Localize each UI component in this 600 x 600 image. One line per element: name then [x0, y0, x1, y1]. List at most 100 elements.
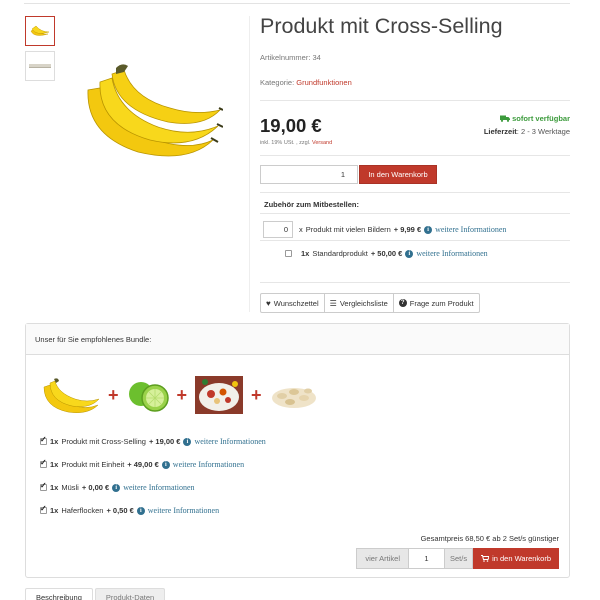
product-title: Produkt mit Cross-Selling [260, 14, 503, 38]
product-thumb-icon [29, 64, 51, 68]
bundle-item-qty: 1x [50, 437, 59, 446]
thumbnail-second[interactable] [25, 51, 55, 81]
compare-button[interactable]: ☰ Vergleichsliste [325, 294, 394, 312]
product-actions: ♥ Wunschzettel ☰ Vergleichsliste ? Frage… [260, 293, 480, 313]
accessory-quantity-input[interactable]: 0 [263, 221, 293, 238]
list-icon: ☰ [329, 298, 337, 308]
accessory-name: Produkt mit vielen Bildern [305, 225, 391, 234]
quantity-input[interactable]: 1 [260, 165, 358, 184]
delivery-time: Lieferzeit: 2 - 3 Werktage [484, 127, 570, 136]
bundle-checkbox[interactable] [40, 458, 47, 468]
bundle-item-qty: 1x [50, 460, 59, 469]
banana-main-image[interactable] [78, 60, 223, 165]
divider-accessory-row [260, 240, 570, 241]
image-column-divider [249, 16, 250, 312]
bundle-cart-form: vier Artikel 1 Set/s in den Warenkorb [356, 548, 559, 569]
tab-description[interactable]: Beschreibung [25, 588, 93, 600]
bundle-item-price: + 49,00 € [127, 460, 159, 469]
bundle-quantity-input[interactable]: 1 [408, 548, 445, 569]
info-icon[interactable]: i [161, 460, 170, 469]
divider-accessories [260, 192, 570, 193]
bundle-images: + + + [42, 372, 318, 417]
stock-status: sofort verfügbar [500, 114, 570, 123]
more-info-link[interactable]: weitere Informationen [148, 506, 219, 515]
info-icon[interactable]: i [112, 483, 121, 492]
divider-price [260, 100, 570, 101]
bundle-item-price: + 0,00 € [81, 483, 110, 492]
accessory-name: Standardprodukt [312, 249, 368, 258]
add-to-cart-button[interactable]: In den Warenkorb [359, 165, 437, 184]
question-button[interactable]: ? Frage zum Produkt [394, 294, 479, 312]
tab-product-data[interactable]: Produkt-Daten [94, 588, 166, 600]
bundle-cart-label: in den Warenkorb [492, 554, 551, 563]
bundle-item: 1x Produkt mit Cross-Selling + 19,00 € i… [40, 435, 266, 446]
bundle-item-qty: 1x [50, 483, 59, 492]
top-divider [24, 3, 570, 4]
question-icon: ? [398, 299, 407, 307]
product-price: 19,00 € [260, 115, 322, 136]
lime-bundle-image[interactable] [127, 377, 169, 413]
info-icon[interactable]: i [405, 249, 414, 258]
bundle-checkbox[interactable] [40, 504, 47, 514]
question-label: Frage zum Produkt [409, 298, 474, 308]
thumbnail-banana[interactable] [25, 16, 55, 46]
info-icon[interactable]: i [136, 506, 145, 515]
bundle-total: Gesamtpreis 68,50 € ab 2 Set/s günstiger [420, 534, 559, 543]
vat-text: inkl. 19% USt. , zzgl. [260, 140, 311, 146]
more-info-link[interactable]: weitere Informationen [416, 249, 487, 258]
bundle-checkbox[interactable] [40, 435, 47, 445]
muesli-bundle-image[interactable] [195, 375, 244, 414]
bundle-item-name: Müsli [61, 483, 79, 492]
info-icon[interactable]: i [183, 437, 192, 446]
plus-icon: + [176, 384, 188, 405]
divider-cart [260, 155, 570, 156]
bundle-item: 1x Haferflocken + 0,50 € i weitere Infor… [40, 504, 219, 515]
product-tabs: Beschreibung Produkt-Daten [25, 588, 166, 600]
divider-actions [260, 282, 570, 283]
vat-note: inkl. 19% USt. , zzgl. Versand [260, 140, 332, 146]
bundle-item: 1x Produkt mit Einheit + 49,00 € i weite… [40, 458, 244, 469]
plus-icon: + [251, 384, 262, 405]
oats-bundle-image[interactable] [270, 378, 318, 412]
wishlist-button[interactable]: ♥ Wunschzettel [261, 294, 325, 312]
bundle-item-name: Haferflocken [61, 506, 104, 515]
more-info-link[interactable]: weitere Informationen [173, 460, 244, 469]
category-line: Kategorie: Grundfunktionen [260, 78, 352, 87]
stock-text: sofort verfügbar [512, 114, 570, 123]
bundle-panel: Unser für Sie empfohlenes Bundle: + + + [25, 323, 570, 578]
heart-icon: ♥ [266, 298, 271, 308]
bundle-item-name: Produkt mit Einheit [61, 460, 125, 469]
accessory-prefix: x [299, 225, 303, 234]
bundle-item-qty: 1x [50, 506, 59, 515]
info-icon[interactable]: i [424, 225, 433, 234]
article-number: Artikelnummer: 34 [260, 53, 321, 62]
accessory-item: x Produkt mit vielen Bildern + 9,99 € i … [299, 225, 506, 234]
bundle-items-label: vier Artikel [356, 548, 409, 569]
truck-icon [500, 115, 511, 122]
compare-label: Vergleichsliste [339, 298, 388, 308]
accessory-price: + 9,99 € [393, 225, 422, 234]
accessory-item: 1x Standardprodukt + 50,00 € i weitere I… [285, 249, 488, 258]
more-info-link[interactable]: weitere Informationen [194, 437, 265, 446]
delivery-label: Lieferzeit [483, 127, 517, 136]
bundle-item-name: Produkt mit Cross-Selling [61, 437, 146, 446]
bundle-checkbox[interactable] [40, 481, 47, 491]
banana-bundle-image[interactable] [42, 375, 100, 415]
bundle-item-price: + 19,00 € [148, 437, 181, 446]
accessory-checkbox[interactable] [285, 250, 292, 257]
divider-accessories-head [260, 213, 570, 214]
bundle-item-price: + 0,50 € [106, 506, 134, 515]
delivery-value: : 2 - 3 Werktage [516, 127, 570, 136]
more-info-link[interactable]: weitere Informationen [123, 483, 194, 492]
category-link[interactable]: Grundfunktionen [296, 78, 351, 87]
wishlist-label: Wunschzettel [273, 298, 319, 308]
plus-icon: + [108, 384, 119, 405]
more-info-link[interactable]: weitere Informationen [435, 225, 506, 234]
bundle-add-to-cart-button[interactable]: in den Warenkorb [473, 548, 559, 569]
shipping-link[interactable]: Versand [312, 140, 332, 146]
banana-thumb-icon [30, 25, 50, 36]
accessory-qty: 1x [301, 249, 310, 258]
category-label: Kategorie: [260, 78, 295, 87]
accessories-title: Zubehör zum Mitbestellen: [264, 200, 360, 209]
bundle-item: 1x Müsli + 0,00 € i weitere Informatione… [40, 481, 195, 492]
